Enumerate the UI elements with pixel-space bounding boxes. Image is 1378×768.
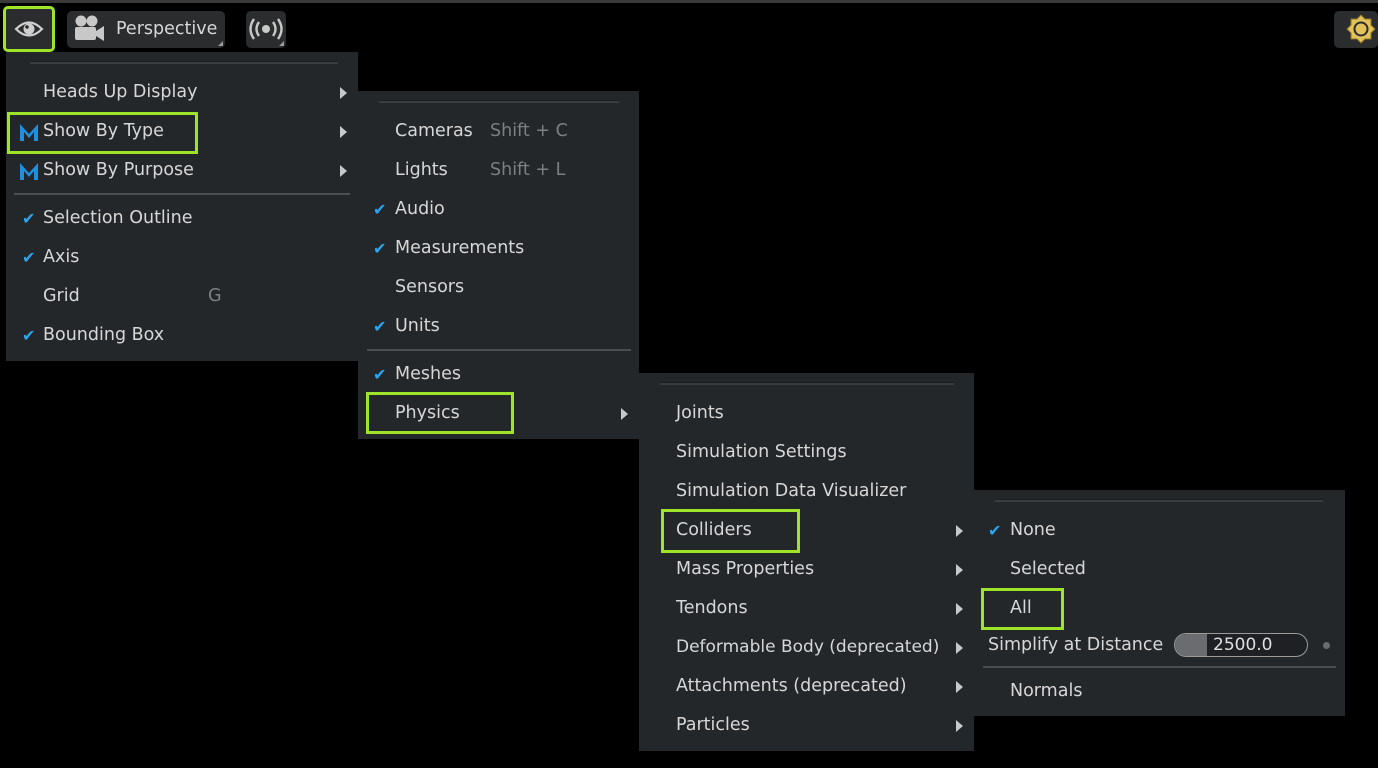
broadcast-button[interactable] bbox=[246, 11, 286, 48]
menu-item-meshes[interactable]: ✔ Meshes bbox=[358, 355, 639, 394]
physics-menu: Joints Simulation Settings Simulation Da… bbox=[639, 373, 974, 751]
menu-item-colliders[interactable]: Colliders bbox=[639, 511, 974, 550]
eye-icon bbox=[14, 21, 44, 37]
checkmark-icon: ✔ bbox=[373, 365, 387, 384]
submenu-arrow-icon bbox=[340, 165, 347, 177]
slider-value: 2500.0 bbox=[1213, 635, 1273, 655]
slider-fill bbox=[1175, 634, 1207, 656]
dropdown-corner-icon bbox=[279, 41, 284, 46]
simplify-distance-slider[interactable]: 2500.0 bbox=[1174, 633, 1308, 657]
movie-camera-icon bbox=[75, 15, 104, 41]
menu-drag-handle[interactable] bbox=[660, 382, 954, 385]
menu-item-all[interactable]: All bbox=[974, 589, 1345, 628]
window-top-border bbox=[0, 0, 1378, 3]
menu-item-physics[interactable]: Physics bbox=[358, 394, 639, 433]
checkmark-icon: ✔ bbox=[22, 209, 36, 228]
visibility-button[interactable] bbox=[3, 6, 55, 52]
menu-separator bbox=[14, 193, 350, 195]
camera-label: Perspective bbox=[116, 19, 218, 39]
submenu-arrow-icon bbox=[621, 408, 628, 420]
menu-item-tendons[interactable]: Tendons bbox=[639, 589, 974, 628]
submenu-arrow-icon bbox=[956, 681, 963, 693]
menu-item-cameras[interactable]: Cameras Shift + C bbox=[358, 112, 639, 151]
menu-item-axis[interactable]: ✔ Axis bbox=[6, 238, 358, 277]
submenu-arrow-icon bbox=[956, 720, 963, 732]
menu-item-joints[interactable]: Joints bbox=[639, 394, 974, 433]
menu-item-attachments[interactable]: Attachments (deprecated) bbox=[639, 667, 974, 706]
menu-item-heads-up-display[interactable]: Heads Up Display bbox=[6, 73, 358, 112]
menu-item-measurements[interactable]: ✔ Measurements bbox=[358, 229, 639, 268]
menu-item-sensors[interactable]: Sensors bbox=[358, 268, 639, 307]
lighting-button[interactable] bbox=[1334, 11, 1378, 48]
checkmark-icon: ✔ bbox=[22, 248, 36, 267]
menu-item-bounding-box[interactable]: ✔ Bounding Box bbox=[6, 316, 358, 355]
menu-item-units[interactable]: ✔ Units bbox=[358, 307, 639, 346]
reset-dot-icon[interactable] bbox=[1323, 642, 1330, 649]
menu-item-none[interactable]: ✔ None bbox=[974, 511, 1345, 550]
simplify-at-distance-row: Simplify at Distance 2500.0 bbox=[974, 626, 1345, 665]
checkmark-icon: ✔ bbox=[373, 239, 387, 258]
menu-item-deformable-body[interactable]: Deformable Body (deprecated) bbox=[639, 628, 974, 667]
menu-item-grid[interactable]: Grid G bbox=[6, 277, 358, 316]
checkmark-icon: ✔ bbox=[373, 200, 387, 219]
camera-menu-button[interactable]: Perspective bbox=[67, 11, 225, 48]
colliders-menu: ✔ None Selected All Simplify at Distance… bbox=[974, 490, 1345, 716]
menu-separator bbox=[367, 349, 631, 351]
menu-item-lights[interactable]: Lights Shift + L bbox=[358, 151, 639, 190]
submenu-arrow-icon bbox=[340, 87, 347, 99]
checkmark-icon: ✔ bbox=[373, 317, 387, 336]
m-logo-icon bbox=[20, 124, 38, 141]
m-logo-icon bbox=[20, 163, 38, 180]
menu-item-particles[interactable]: Particles bbox=[639, 706, 974, 745]
submenu-arrow-icon bbox=[340, 126, 347, 138]
menu-item-normals[interactable]: Normals bbox=[974, 672, 1345, 711]
menu-item-selection-outline[interactable]: ✔ Selection Outline bbox=[6, 199, 358, 238]
menu-item-mass-properties[interactable]: Mass Properties bbox=[639, 550, 974, 589]
checkmark-icon: ✔ bbox=[22, 326, 36, 345]
menu-item-show-by-type[interactable]: Show By Type bbox=[6, 112, 358, 151]
dropdown-corner-icon bbox=[218, 41, 223, 46]
submenu-arrow-icon bbox=[956, 525, 963, 537]
simplify-at-distance-label: Simplify at Distance bbox=[988, 635, 1164, 655]
show-by-type-menu: Cameras Shift + C Lights Shift + L ✔ Aud… bbox=[358, 91, 639, 439]
menu-drag-handle[interactable] bbox=[995, 499, 1323, 502]
submenu-arrow-icon bbox=[956, 564, 963, 576]
shortcut-label: G bbox=[208, 286, 222, 306]
menu-item-simulation-settings[interactable]: Simulation Settings bbox=[639, 433, 974, 472]
shortcut-label: Shift + C bbox=[490, 121, 568, 141]
menu-drag-handle[interactable] bbox=[379, 100, 619, 103]
visibility-menu: Heads Up Display Show By Type Show By Pu… bbox=[6, 52, 358, 361]
menu-item-show-by-purpose[interactable]: Show By Purpose bbox=[6, 151, 358, 190]
menu-item-selected[interactable]: Selected bbox=[974, 550, 1345, 589]
submenu-arrow-icon bbox=[956, 642, 963, 654]
sun-icon bbox=[1346, 14, 1376, 44]
shortcut-label: Shift + L bbox=[490, 160, 566, 180]
broadcast-icon bbox=[249, 18, 283, 40]
menu-drag-handle[interactable] bbox=[30, 61, 338, 64]
submenu-arrow-icon bbox=[956, 603, 963, 615]
menu-item-simulation-data-visualizer[interactable]: Simulation Data Visualizer bbox=[639, 472, 974, 511]
checkmark-icon: ✔ bbox=[988, 521, 1002, 540]
menu-separator bbox=[983, 666, 1336, 668]
menu-item-audio[interactable]: ✔ Audio bbox=[358, 190, 639, 229]
